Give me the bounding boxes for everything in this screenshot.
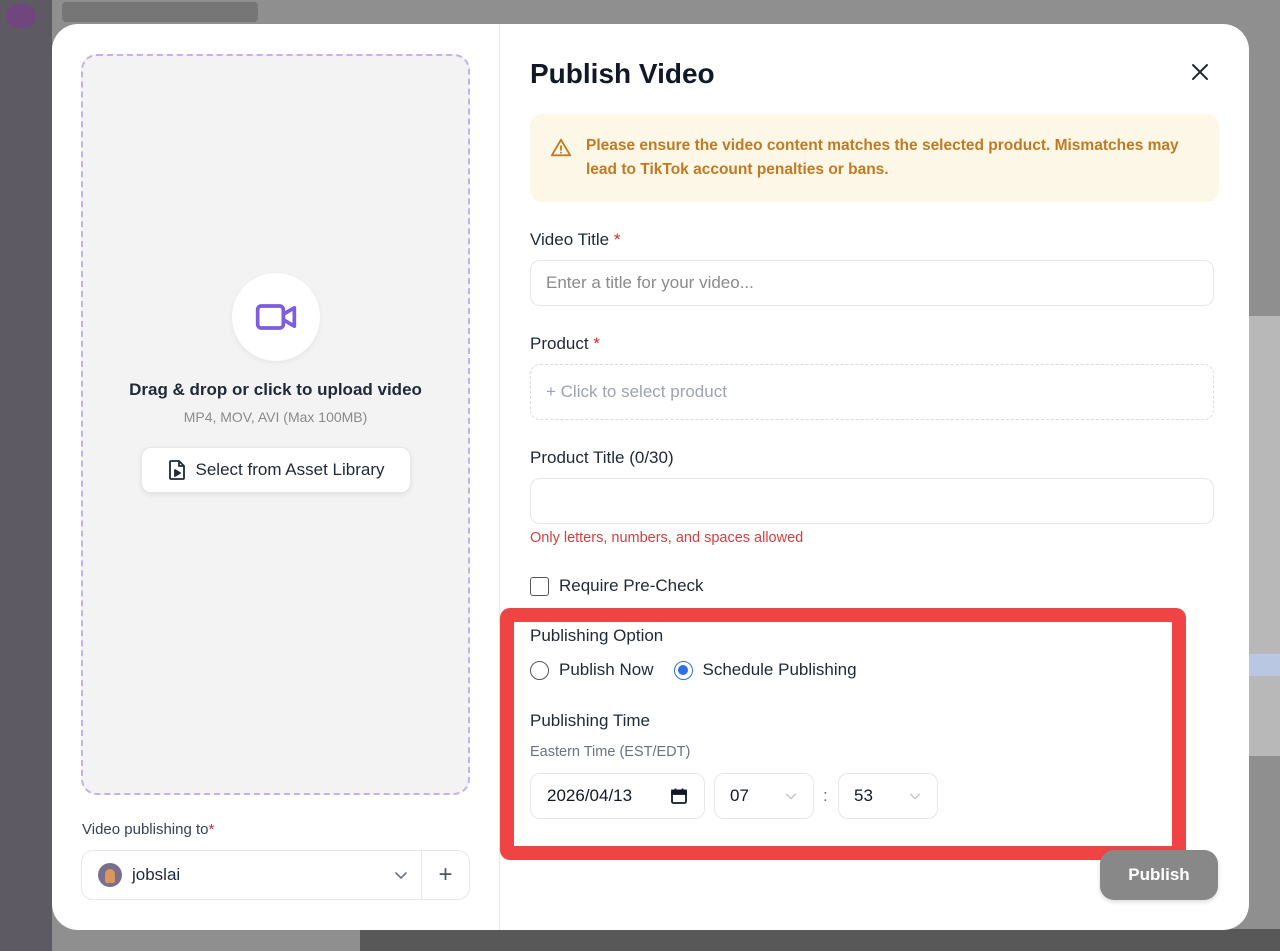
product-label-text: Product xyxy=(530,334,589,353)
account-dropdown-toggle[interactable] xyxy=(381,867,421,883)
select-asset-library-button[interactable]: Select from Asset Library xyxy=(141,447,411,493)
schedule-publishing-option[interactable]: Schedule Publishing xyxy=(673,660,857,680)
required-mark: * xyxy=(208,821,215,838)
publishing-to-label: Video publishing to* xyxy=(82,821,214,838)
minute-select[interactable]: 53 xyxy=(838,773,938,819)
close-icon xyxy=(1192,64,1208,80)
warning-triangle-icon xyxy=(550,138,572,157)
add-account-button[interactable]: + xyxy=(421,851,469,899)
background-panel xyxy=(1246,316,1280,756)
calendar-icon xyxy=(671,788,687,804)
minute-value: 53 xyxy=(854,786,873,805)
background-accent xyxy=(1246,654,1280,676)
publishing-time-label: Publishing Time xyxy=(530,711,651,730)
video-dropzone[interactable]: Drag & drop or click to upload video MP4… xyxy=(81,54,470,795)
upload-hint: MP4, MOV, AVI (Max 100MB) xyxy=(183,409,368,425)
background-footer xyxy=(360,929,1280,951)
required-mark: * xyxy=(613,230,621,249)
chevron-down-icon xyxy=(785,793,797,800)
video-camera-icon xyxy=(255,304,297,330)
pre-check-label: Require Pre-Check xyxy=(559,576,704,595)
publishing-option-label: Publishing Option xyxy=(530,626,664,645)
product-title-label: Product Title (0/30) xyxy=(530,448,674,467)
upload-pane: Drag & drop or click to upload video MP4… xyxy=(52,24,500,930)
timezone-label: Eastern Time (EST/EDT) xyxy=(530,744,691,760)
time-separator: : xyxy=(823,786,828,805)
upload-title: Drag & drop or click to upload video xyxy=(129,380,422,399)
account-name: jobslai xyxy=(132,865,181,884)
account-select: jobslai + xyxy=(81,850,470,900)
required-mark: * xyxy=(593,334,600,353)
schedule-publishing-radio[interactable] xyxy=(673,660,693,680)
publish-video-modal: Drag & drop or click to upload video MP4… xyxy=(52,24,1249,930)
pre-check-checkbox[interactable] xyxy=(530,576,549,596)
background-sidebar xyxy=(0,0,52,951)
form-pane: Publish Video Please ensure the video co… xyxy=(500,24,1249,930)
account-dropdown[interactable]: jobslai xyxy=(82,851,381,899)
schedule-publishing-label: Schedule Publishing xyxy=(702,660,857,679)
publish-date-input[interactable]: 2026/04/13 xyxy=(530,773,705,819)
video-title-label-text: Video Title xyxy=(530,230,610,249)
hour-select[interactable]: 07 xyxy=(714,773,814,819)
warning-text: Please ensure the video content matches … xyxy=(586,137,1179,178)
video-title-input[interactable] xyxy=(530,260,1214,306)
select-asset-library-label: Select from Asset Library xyxy=(195,460,385,479)
chevron-down-icon xyxy=(909,793,921,800)
background-title xyxy=(62,2,258,22)
product-label: Product * xyxy=(530,334,600,354)
modal-title: Publish Video xyxy=(530,58,715,89)
product-title-input[interactable] xyxy=(530,478,1214,524)
pre-check-option[interactable]: Require Pre-Check xyxy=(530,576,704,596)
chevron-down-icon xyxy=(395,872,407,880)
background-logo xyxy=(6,4,36,28)
publishing-option-group: Publish Now Schedule Publishing xyxy=(530,660,877,680)
select-product-button[interactable]: + Click to select product xyxy=(530,364,1214,420)
avatar xyxy=(98,863,122,887)
hour-value: 07 xyxy=(730,786,749,805)
publish-date-value: 2026/04/13 xyxy=(547,786,633,805)
publish-now-option[interactable]: Publish Now xyxy=(530,660,654,680)
publish-button[interactable]: Publish xyxy=(1100,850,1218,900)
warning-banner: Please ensure the video content matches … xyxy=(530,114,1219,202)
publish-now-radio[interactable] xyxy=(530,660,549,680)
publish-now-label: Publish Now xyxy=(559,660,654,679)
file-video-icon xyxy=(168,460,185,480)
close-button[interactable] xyxy=(1188,60,1212,84)
video-title-label: Video Title * xyxy=(530,230,620,250)
publishing-to-text: Video publishing to xyxy=(82,821,209,838)
product-title-error: Only letters, numbers, and spaces allowe… xyxy=(530,530,804,546)
upload-icon-circle xyxy=(232,273,320,361)
